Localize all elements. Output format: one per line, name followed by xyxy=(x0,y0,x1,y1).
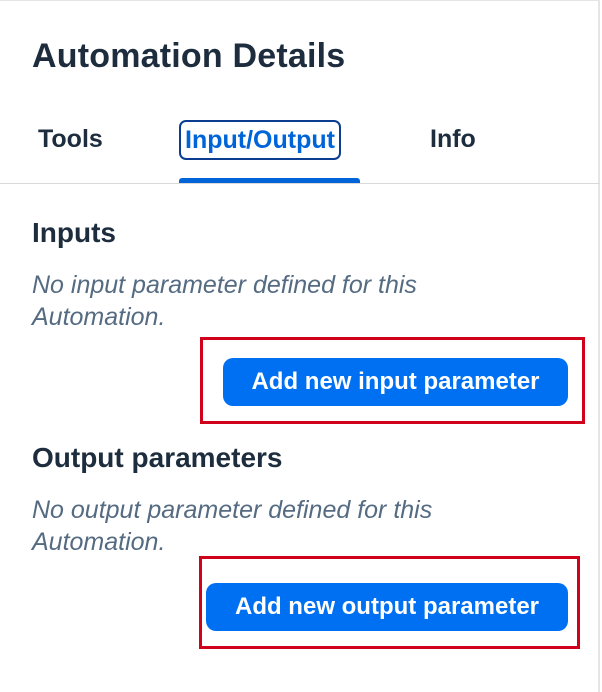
outputs-heading: Output parameters xyxy=(32,442,283,473)
tab-tools[interactable]: Tools xyxy=(38,121,103,157)
outputs-empty-text: No output parameter defined for this Aut… xyxy=(32,496,433,556)
page-title: Automation Details xyxy=(32,37,346,75)
active-tab-indicator xyxy=(179,178,360,183)
add-output-parameter-button[interactable]: Add new output parameter xyxy=(206,583,568,631)
tab-info[interactable]: Info xyxy=(430,121,476,157)
tab-bar: Tools Input/Output Info xyxy=(0,111,600,184)
automation-details-panel: Automation Details Tools Input/Output In… xyxy=(0,0,600,692)
add-input-parameter-button[interactable]: Add new input parameter xyxy=(223,358,568,406)
inputs-heading: Inputs xyxy=(32,217,116,248)
tab-input-output[interactable]: Input/Output xyxy=(179,120,341,160)
inputs-empty-text: No input parameter defined for this Auto… xyxy=(32,271,417,331)
